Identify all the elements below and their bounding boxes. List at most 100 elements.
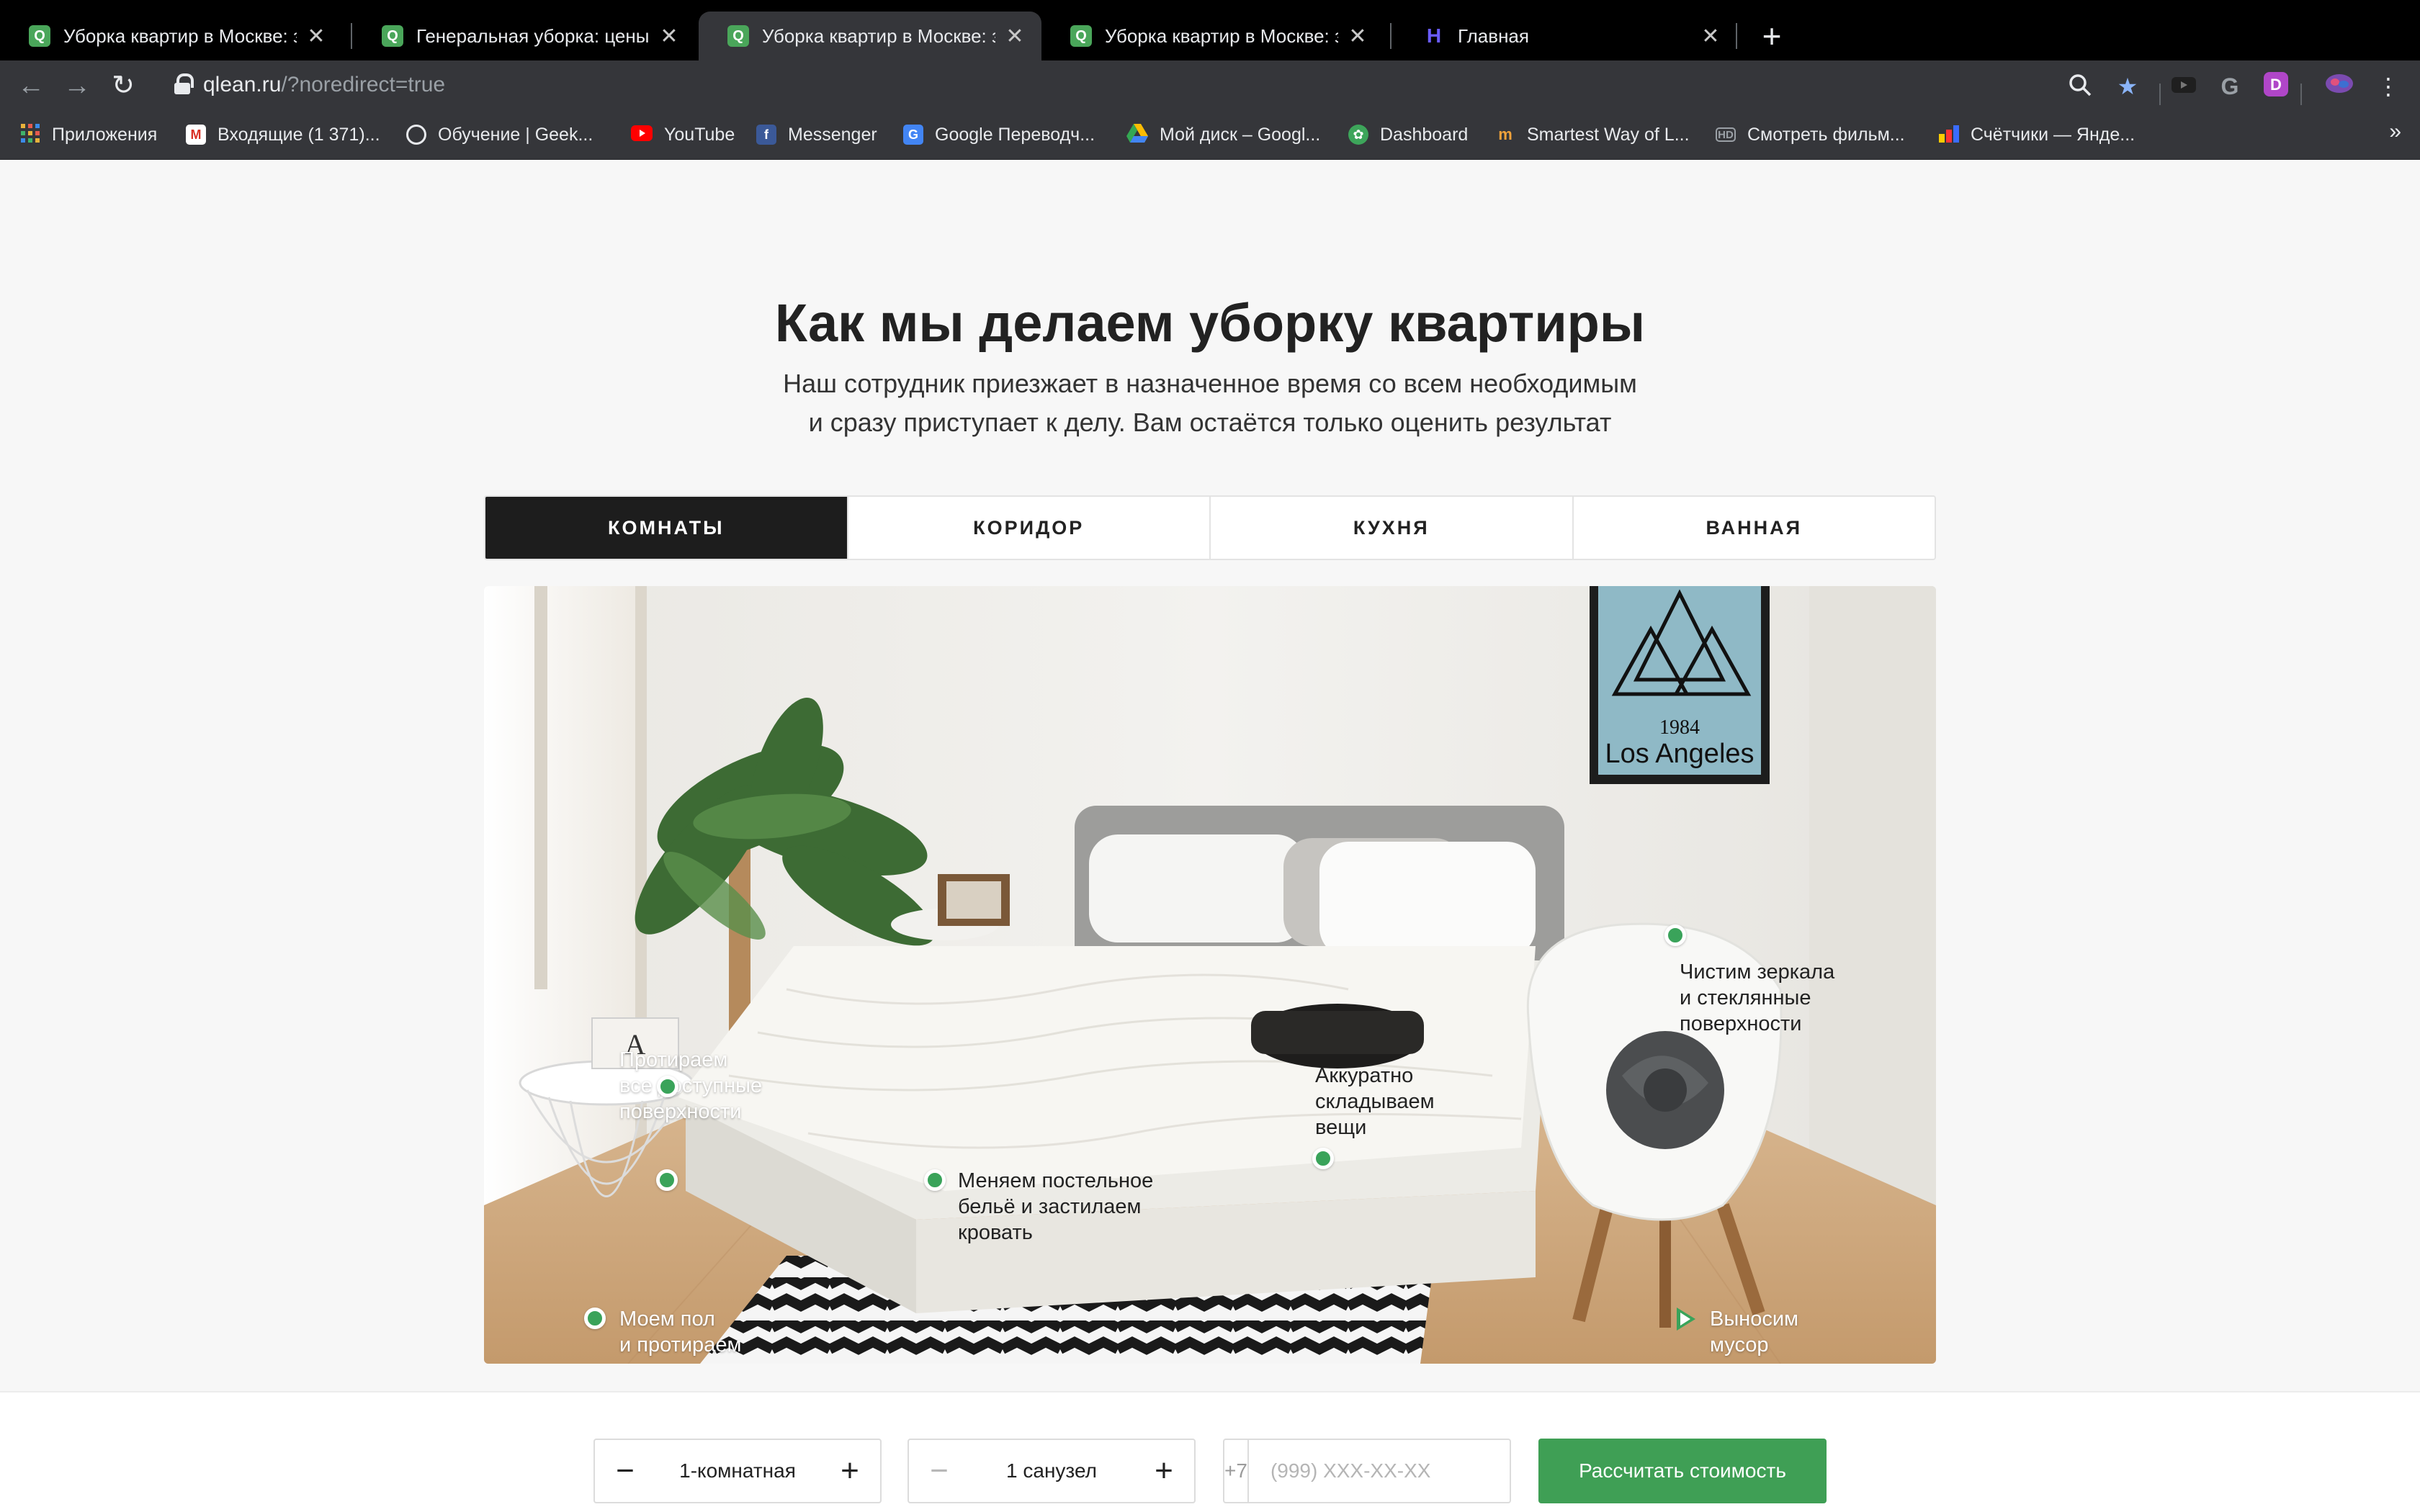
browser-tab[interactable]: Q Генеральная уборка: цены на ✕ (353, 12, 696, 60)
profile-avatar-icon[interactable] (2325, 72, 2354, 101)
bookmark-google-drive[interactable]: Мой диск – Googl... (1126, 120, 1320, 150)
facebook-icon: f (756, 125, 776, 145)
hotspot-label-surfaces: Протираем все доступные поверхности (619, 1048, 763, 1123)
bookmark-label: Messenger (788, 124, 877, 145)
bookmark-label: Приложения (52, 124, 158, 145)
bookmark-star-icon[interactable]: ★ (2113, 72, 2142, 101)
d-extension-icon[interactable]: D (2262, 72, 2290, 101)
bookmark-yandex-metrica[interactable]: Счётчики — Янде... (1939, 120, 2135, 150)
browser-tab[interactable]: H Главная ✕ (1394, 12, 1737, 60)
menu-kebab-icon[interactable]: ⋮ (2374, 72, 2403, 101)
hotspot-dot-mirrors[interactable] (1664, 924, 1686, 946)
google-extension-icon[interactable]: G (2215, 72, 2244, 101)
tab-divider (1736, 23, 1737, 49)
hotspot-dot-bed[interactable] (924, 1169, 946, 1191)
close-icon[interactable]: ✕ (1004, 24, 1026, 49)
qlean-favicon-icon: Q (1070, 25, 1092, 47)
hd-icon: HD (1716, 127, 1736, 142)
apps-grid-icon (20, 123, 40, 147)
bookmark-hd-films[interactable]: HD Смотреть фильм... (1716, 120, 1905, 150)
hotspot-dot-surfaces[interactable] (657, 1076, 678, 1097)
tab-title: Уборка квартир в Москве: за (1105, 24, 1338, 47)
bookmark-smartest[interactable]: m Smartest Way of L... (1495, 120, 1690, 150)
url-text[interactable]: qlean.ru/?noredirect=true (203, 73, 445, 97)
bookmark-dashboard[interactable]: ✿ Dashboard (1348, 120, 1468, 150)
tab-kitchen[interactable]: КУХНЯ (1209, 497, 1572, 559)
browser-toolbar: ← → ↻ qlean.ru/?noredirect=true ★ G D ⋮ (0, 60, 2420, 111)
qlean-favicon-icon: Q (29, 25, 50, 47)
browser-tab-active[interactable]: Q Уборка квартир в Москве: за ✕ (699, 12, 1041, 60)
bookmark-geekbrains[interactable]: Обучение | Geek... (406, 120, 593, 150)
close-icon[interactable]: ✕ (305, 24, 327, 49)
google-translate-icon: G (903, 125, 923, 145)
lock-icon (174, 73, 194, 95)
gmail-icon: M (186, 125, 206, 145)
section-title: Как мы делаем уборку квартиры (774, 293, 1646, 353)
bookmark-google-translate[interactable]: G Google Переводч... (903, 120, 1095, 150)
tab-title: Главная (1458, 24, 1529, 47)
bathrooms-plus-button[interactable]: + (1134, 1440, 1194, 1502)
tab-divider (351, 23, 352, 49)
geekbrains-icon (406, 125, 426, 145)
forward-arrow-icon[interactable]: → (60, 69, 94, 102)
bookmark-messenger[interactable]: f Messenger (756, 120, 877, 150)
back-arrow-icon[interactable]: ← (14, 69, 48, 102)
bookmark-youtube[interactable]: YouTube (631, 120, 735, 150)
bookmark-label: Счётчики — Янде... (1971, 124, 2136, 145)
hotspot-dot-floor[interactable] (656, 1169, 678, 1191)
browser-tab[interactable]: Q Уборка квартир в Москве: за ✕ (0, 12, 343, 60)
hotspot-dot-floor-clean[interactable] (584, 1308, 606, 1329)
youtube-icon (631, 125, 653, 145)
smartest-icon: m (1498, 125, 1512, 143)
room-illustration: A 1984 Los Angeles Протираем все доступн… (484, 586, 1936, 1364)
tab-corridor[interactable]: КОРИДОР (846, 497, 1210, 559)
calculate-price-button[interactable]: Рассчитать стоимость (1538, 1439, 1827, 1503)
close-icon[interactable]: ✕ (1347, 24, 1368, 49)
bookmark-label: Smartest Way of L... (1527, 124, 1690, 145)
dashboard-icon: ✿ (1348, 125, 1368, 145)
bathrooms-value: 1 санузел (1006, 1459, 1097, 1482)
phone-input[interactable] (1248, 1440, 1531, 1502)
bathrooms-minus-button[interactable]: − (909, 1440, 969, 1502)
hotspot-label-trash: Выносим мусор (1710, 1308, 1798, 1356)
zoom-search-icon[interactable] (2066, 72, 2094, 101)
bookmark-label: Обучение | Geek... (438, 124, 593, 145)
new-tab-plus-icon[interactable]: + (1752, 16, 1792, 56)
tab-title: Уборка квартир в Москве: за (762, 24, 995, 47)
hotspot-dot-clothes[interactable] (1312, 1148, 1334, 1169)
bookmark-label: Dashboard (1380, 124, 1469, 145)
play-trash-icon[interactable] (1677, 1308, 1695, 1331)
home-favicon-icon: H (1426, 24, 1442, 47)
svg-text:D: D (2270, 76, 2282, 94)
bookmark-gmail[interactable]: M Входящие (1 371)... (186, 120, 380, 150)
address-bar[interactable]: qlean.ru/?noredirect=true (163, 66, 2107, 105)
phone-field: +7 (1223, 1439, 1531, 1503)
hotspot-label-floor: Моем поли протираемплинтусы (619, 1308, 742, 1364)
bookmark-label: Входящие (1 371)... (218, 124, 380, 145)
close-icon[interactable]: ✕ (1700, 24, 1721, 49)
rooms-minus-button[interactable]: − (595, 1440, 655, 1502)
qlean-favicon-icon: Q (727, 25, 749, 47)
bookmarks-bar: Приложения M Входящие (1 371)... Обучени… (0, 111, 2420, 160)
poster-city: Los Angeles (1605, 739, 1754, 769)
tab-divider (1390, 23, 1392, 49)
bookmarks-overflow-icon[interactable]: » (2389, 120, 2401, 144)
browser-tab-strip: Q Уборка квартир в Москве: за ✕ Q Генера… (0, 0, 2420, 60)
rooms-plus-button[interactable]: + (820, 1440, 880, 1502)
page-content: Как мы делаем уборку квартиры Наш сотруд… (0, 160, 2420, 1512)
google-drive-icon (1126, 123, 1148, 146)
bookmark-apps[interactable]: Приложения (20, 120, 157, 150)
tab-title: Уборка квартир в Москве: за (63, 24, 297, 47)
tab-bathroom[interactable]: ВАННАЯ (1572, 497, 1935, 559)
reload-icon[interactable]: ↻ (107, 69, 140, 102)
rooms-value: 1-комнатная (679, 1459, 796, 1482)
browser-tab[interactable]: Q Уборка квартир в Москве: за ✕ (1041, 12, 1384, 60)
phone-country-code: +7 (1224, 1440, 1249, 1502)
hotspot-label-clothes: Аккуратно складываем вещи (1315, 1064, 1435, 1139)
room-type-tabs: КОМНАТЫ КОРИДОР КУХНЯ ВАННАЯ (484, 495, 1936, 560)
youtube-extension-icon[interactable] (2169, 72, 2198, 101)
price-calculator-bar: − 1-комнатная + − 1 санузел + +7 Рассчит… (0, 1391, 2420, 1512)
close-icon[interactable]: ✕ (658, 24, 680, 49)
yandex-metrica-icon (1939, 124, 1959, 146)
tab-rooms[interactable]: КОМНАТЫ (485, 497, 847, 559)
